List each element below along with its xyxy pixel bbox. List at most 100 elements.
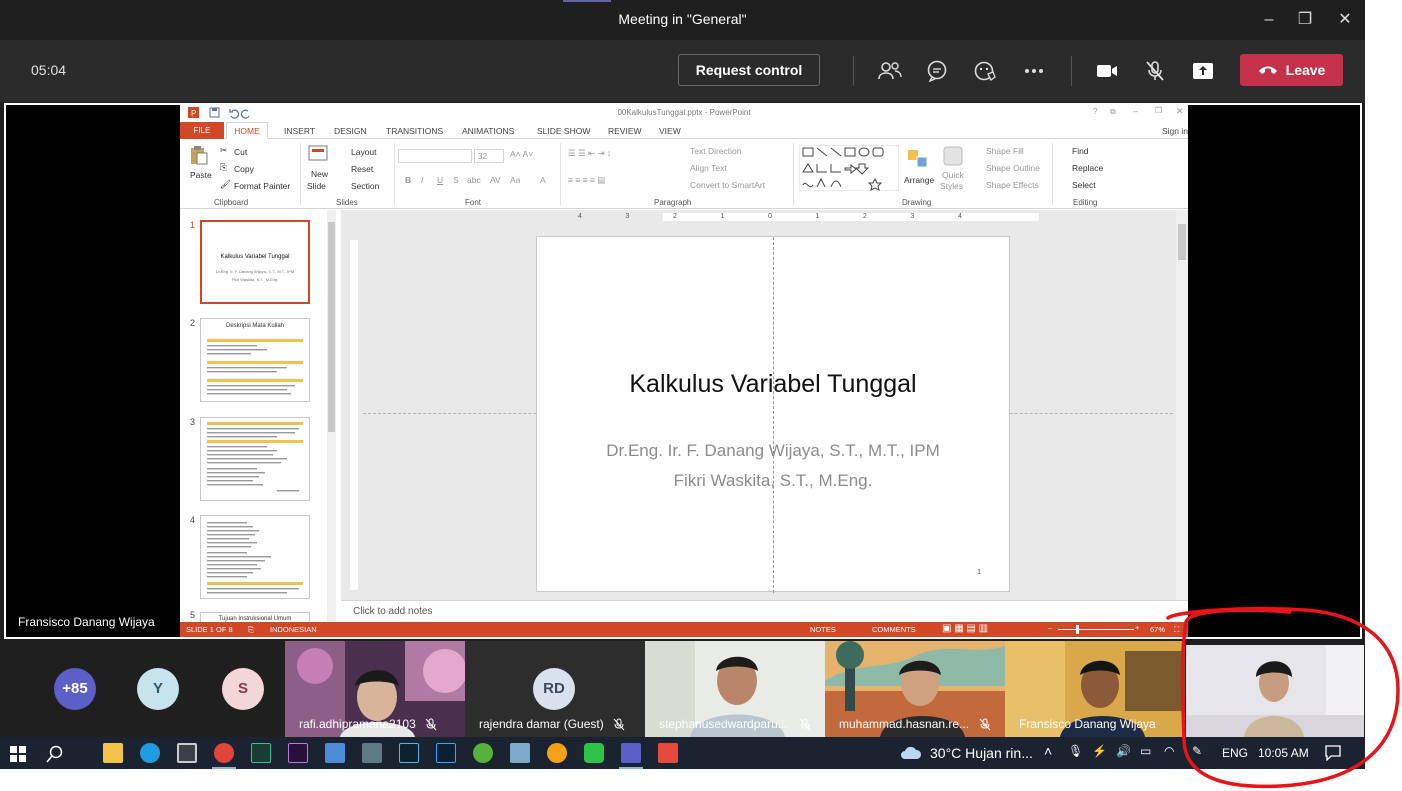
bullets-icon[interactable]: ☰ ☰ ⇤ ⇥ ↕ (568, 148, 611, 159)
tab-transitions[interactable]: TRANSITIONS (386, 126, 443, 136)
scissors-icon[interactable]: ✂ (220, 145, 227, 156)
format-painter-icon[interactable]: 🖌 (220, 179, 231, 190)
request-control-button[interactable]: Request control (678, 54, 820, 86)
tab-file[interactable]: FILE (180, 122, 224, 139)
participant-avatar[interactable]: Y (137, 668, 179, 710)
bold-button[interactable]: B (405, 175, 411, 185)
zoom-slider-handle[interactable] (1076, 625, 1079, 634)
more-options-icon[interactable] (1019, 56, 1049, 86)
reset-button[interactable]: Reset (351, 164, 373, 174)
zoom-level[interactable]: 67% (1150, 625, 1165, 634)
paste-button[interactable]: Paste (190, 170, 212, 180)
new-slide-label-2[interactable]: Slide (307, 181, 326, 191)
photos-icon[interactable] (510, 743, 530, 763)
notes-pane[interactable]: Click to add notes (341, 600, 1188, 622)
shapes-gallery[interactable] (799, 145, 899, 191)
cut-button[interactable]: Cut (234, 147, 247, 157)
chrome-icon[interactable] (212, 743, 236, 769)
slide-thumbnail-2[interactable]: Deskripsi Mata Kuliah (200, 318, 310, 402)
participant-tile[interactable]: RD rajendra damar (Guest) (465, 641, 645, 737)
store-icon[interactable] (177, 743, 197, 763)
more-participants-badge[interactable]: +85 (54, 668, 96, 710)
editor-scrollbar[interactable] (1176, 210, 1188, 600)
leave-button[interactable]: Leave (1240, 54, 1343, 86)
slide-author-1[interactable]: Dr.Eng. Ir. F. Danang Wijaya, S.T., M.T.… (537, 441, 1009, 461)
arrange-icon[interactable] (907, 149, 929, 169)
thumbnails-scrollbar[interactable] (327, 210, 336, 622)
tab-view[interactable]: VIEW (659, 126, 681, 136)
quick-styles-icon[interactable] (942, 145, 964, 167)
weather-text[interactable]: 30°C Hujan rin... (930, 745, 1033, 761)
premiere-icon[interactable] (288, 743, 308, 763)
font-size-input[interactable]: 32 (474, 149, 504, 163)
slide-title[interactable]: Kalkulus Variabel Tunggal (537, 370, 1009, 399)
shape-effects-button[interactable]: Shape Effects (986, 180, 1039, 190)
file-explorer-icon[interactable] (103, 743, 123, 763)
pen-icon[interactable]: ✎ (1192, 744, 1202, 758)
paste-icon[interactable] (190, 145, 208, 165)
participant-video-tile[interactable]: Fransisco Danang Wijaya (1005, 641, 1185, 737)
change-case-button[interactable]: Aa (510, 175, 520, 185)
photoshop-icon[interactable] (436, 743, 456, 763)
tab-animations[interactable]: ANIMATIONS (462, 126, 514, 136)
tab-design[interactable]: DESIGN (334, 126, 367, 136)
format-painter-button[interactable]: Format Painter (234, 181, 290, 191)
new-slide-label[interactable]: New (311, 169, 328, 179)
language-indicator[interactable]: INDONESIAN (270, 625, 317, 634)
convert-smartart-button[interactable]: Convert to SmartArt (690, 180, 765, 190)
spellcheck-icon[interactable]: ⎘ (248, 625, 254, 635)
copy-icon[interactable]: ⎘ (220, 162, 227, 173)
power-icon[interactable]: ⚡ (1092, 744, 1107, 758)
shape-fill-button[interactable]: Shape Fill (986, 146, 1024, 156)
wifi-icon[interactable]: ◠ (1164, 744, 1174, 758)
tab-review[interactable]: REVIEW (608, 126, 642, 136)
align-icons[interactable]: ≡ ≡ ≡ ≡ ▤ (568, 175, 605, 186)
notes-toggle[interactable]: NOTES (810, 625, 836, 634)
font-name-input[interactable] (398, 149, 472, 163)
app-icon[interactable] (362, 743, 382, 763)
mic-muted-icon[interactable] (1140, 56, 1170, 86)
windows-start-icon[interactable] (10, 746, 26, 762)
show-hidden-icons-icon[interactable]: ˄ (1044, 743, 1052, 759)
raise-hand-icon[interactable] (970, 56, 1000, 86)
chat-icon[interactable] (922, 56, 952, 86)
fit-slide-icon[interactable]: ⛶ (1174, 625, 1179, 635)
ppt-restore-button[interactable]: ❐ (1155, 106, 1162, 115)
slide-author-2[interactable]: Fikri Waskita, S.T., M.Eng. (537, 471, 1009, 491)
lightroom-icon[interactable] (399, 743, 419, 763)
close-button[interactable]: ✕ (1333, 8, 1357, 32)
notification-icon[interactable] (1325, 745, 1341, 761)
edge-icon[interactable] (140, 743, 160, 763)
char-spacing-button[interactable]: AV (490, 175, 501, 185)
sign-in-link[interactable]: Sign in (1162, 126, 1188, 136)
arrange-button[interactable]: Arrange (904, 175, 934, 185)
ribbon-display-icon[interactable]: ⧉ (1110, 107, 1116, 117)
battery-icon[interactable]: ▭ (1140, 744, 1151, 758)
line-icon[interactable] (584, 743, 604, 763)
copy-button[interactable]: Copy (234, 164, 254, 174)
ppt-close-button[interactable]: ✕ (1176, 106, 1184, 117)
notepad-icon[interactable] (325, 743, 345, 763)
replace-button[interactable]: Replace (1072, 163, 1103, 173)
select-button[interactable]: Select (1072, 180, 1096, 190)
help-icon[interactable]: ? (1093, 107, 1097, 116)
shadow-button[interactable]: S (453, 175, 459, 185)
audition-icon[interactable] (251, 743, 271, 763)
quick-styles-label[interactable]: Quick (942, 170, 964, 180)
text-direction-button[interactable]: Text Direction (690, 146, 742, 156)
tab-slide-show[interactable]: SLIDE SHOW (537, 126, 590, 136)
strikethrough-button[interactable]: abc (467, 175, 481, 185)
weather-cloud-icon[interactable] (900, 746, 922, 760)
slide-thumbnail-1[interactable]: Kalkulus Variabel Tunggal Dr.Eng. Ir. F.… (200, 220, 310, 304)
camera-icon[interactable] (1092, 56, 1122, 86)
layout-button[interactable]: Layout (351, 147, 377, 157)
microphone-icon[interactable]: 🎙 (1068, 744, 1083, 758)
slide-thumbnail-4[interactable] (200, 515, 310, 599)
zoom-out-button[interactable]: – (1048, 623, 1052, 632)
participant-video-tile[interactable]: rafi.adhipramana2103 (285, 641, 465, 737)
scrollbar-thumb[interactable] (1178, 224, 1186, 260)
search-icon[interactable] (46, 745, 64, 763)
zoom-in-button[interactable]: + (1135, 623, 1139, 632)
align-text-button[interactable]: Align Text (690, 163, 727, 173)
slide-thumbnail-3[interactable] (200, 417, 310, 501)
